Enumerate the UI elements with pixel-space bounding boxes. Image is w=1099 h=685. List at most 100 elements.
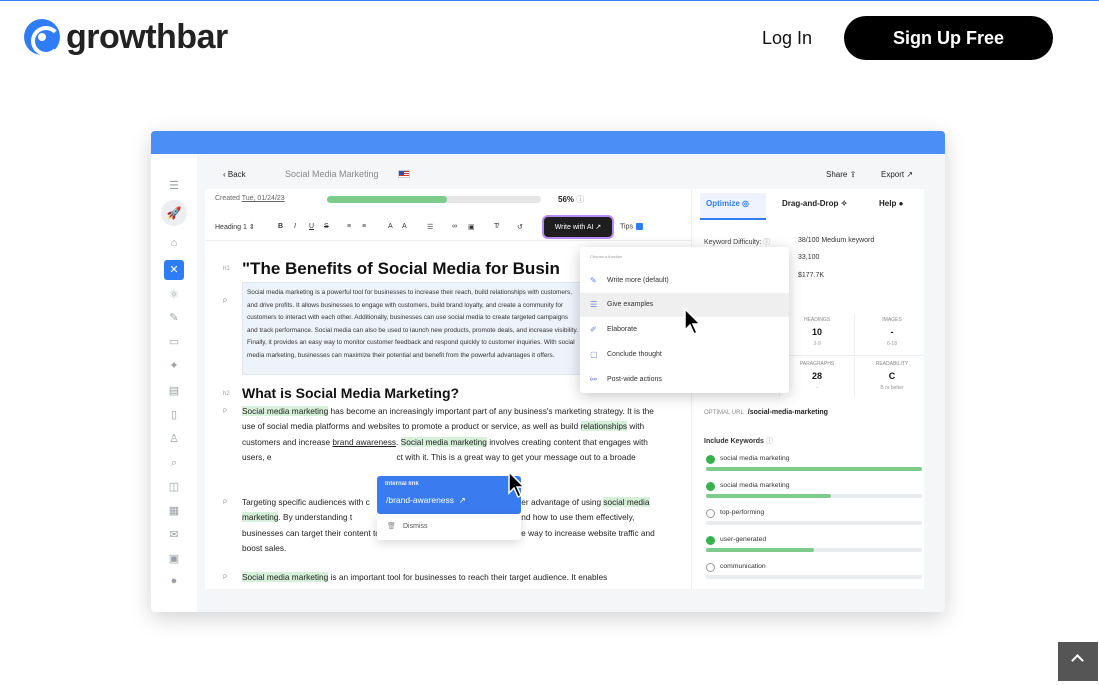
- keyword-label: user-generated: [720, 536, 767, 543]
- keyword-difficulty-label: Keyword Difficulty: ⓘ: [704, 237, 770, 247]
- pencil-icon: ✐: [590, 325, 597, 334]
- export-button[interactable]: Export ↗: [881, 170, 913, 179]
- keyword-item: social media marketing: [706, 455, 922, 471]
- user-icon[interactable]: ♙: [164, 429, 184, 449]
- align-icon[interactable]: ☰: [427, 223, 433, 231]
- login-link[interactable]: Log In: [762, 28, 812, 49]
- document-icon[interactable]: ▭: [164, 332, 184, 352]
- ai-menu-heading: Choose a function: [590, 254, 623, 259]
- heading-select-label: Heading 1: [215, 224, 247, 231]
- list-icon[interactable]: ▦: [164, 501, 184, 521]
- atom-icon[interactable]: ⚛: [164, 285, 184, 305]
- document-h2[interactable]: What is Social Media Marketing?: [242, 385, 459, 401]
- highlight-icon[interactable]: A: [402, 223, 407, 230]
- share-button[interactable]: Share ⇪: [826, 170, 856, 179]
- document-title[interactable]: Social Media Marketing: [285, 169, 379, 179]
- optimal-url: OPTIMAL URL/social-media-marketing: [704, 409, 828, 416]
- info-icon: ⓘ: [763, 239, 771, 246]
- rocket-icon[interactable]: 🚀: [161, 200, 187, 226]
- keyword-item: communication: [706, 563, 922, 579]
- image-icon[interactable]: ▣: [468, 223, 475, 231]
- menu-item-post-wide-actions[interactable]: ⚯ Post-wide actions: [580, 368, 789, 392]
- write-with-ai-button[interactable]: Write with AI ↗: [544, 217, 612, 237]
- box-icon[interactable]: ◫: [164, 477, 184, 497]
- empty-circle-icon: [706, 509, 715, 518]
- us-flag-icon[interactable]: [398, 170, 410, 178]
- document-topbar: ‹ Back Social Media Marketing Share ⇪ Ex…: [205, 162, 945, 188]
- bullet-list-icon[interactable]: ≡: [362, 223, 366, 230]
- site-header: growthbar Log In Sign Up Free: [0, 1, 1099, 73]
- dismiss-button[interactable]: 🗑 Dismiss: [377, 514, 521, 540]
- font-color-icon[interactable]: A: [388, 223, 393, 230]
- logo[interactable]: growthbar: [24, 19, 228, 56]
- brand-awareness-link[interactable]: brand awareness: [332, 437, 396, 447]
- stat-value: 10: [811, 327, 822, 337]
- search-icon[interactable]: ⌕: [164, 453, 184, 473]
- home-icon[interactable]: ⌂: [164, 233, 184, 253]
- created-label: Created: [215, 195, 240, 202]
- optimize-icon: ◎: [742, 199, 749, 208]
- keyword-item: top-performing: [706, 509, 922, 525]
- text-run: is an important tool for businesses to r…: [328, 572, 608, 582]
- check-circle-icon: [706, 482, 715, 491]
- back-button[interactable]: ‹ Back: [223, 170, 246, 179]
- clear-format-icon[interactable]: T̸: [494, 223, 498, 230]
- undo-icon[interactable]: ↺: [517, 223, 523, 231]
- tab-drag-and-drop[interactable]: Drag-and-Drop ✧: [782, 199, 847, 208]
- mail-icon[interactable]: ✉: [164, 525, 184, 545]
- menu-item-write-more[interactable]: ✎ Write more (default): [580, 269, 789, 293]
- internal-link-url[interactable]: /brand-awareness ↗: [386, 495, 466, 506]
- strike-button[interactable]: S: [324, 223, 329, 230]
- keyword-highlight: Social media marketing: [242, 406, 329, 416]
- report-icon[interactable]: ▤: [164, 381, 184, 401]
- paragraph-2[interactable]: Social media marketing has become an inc…: [242, 404, 662, 465]
- italic-button[interactable]: I: [294, 223, 296, 230]
- link-icon[interactable]: ∞: [452, 223, 457, 230]
- paragraph-4[interactable]: Social media marketing is an important t…: [242, 570, 662, 585]
- tips-checkbox[interactable]: [635, 223, 643, 230]
- pen-icon[interactable]: ✎: [164, 308, 184, 328]
- keyword-label: top-performing: [720, 509, 765, 516]
- menu-item-label: Write more (default): [607, 277, 669, 284]
- chat-icon[interactable]: ▣: [164, 549, 184, 569]
- optimal-url-label: OPTIMAL URL: [704, 410, 744, 416]
- menu-item-conclude-thought[interactable]: ▢ Conclude thought: [580, 343, 789, 367]
- tab-help-label: Help: [879, 199, 897, 208]
- stat-label: HEADINGS: [803, 317, 831, 323]
- document-check-icon: ▢: [590, 350, 598, 359]
- help-icon[interactable]: ●: [164, 571, 184, 591]
- trash-icon: 🗑: [387, 523, 396, 530]
- underline-button[interactable]: U: [309, 223, 314, 230]
- numbered-list-icon[interactable]: ≡: [347, 223, 351, 230]
- tab-help[interactable]: Help ●: [879, 199, 903, 208]
- file-icon[interactable]: ▯: [164, 405, 184, 425]
- heading-select[interactable]: Heading 1 ⇕: [215, 223, 255, 231]
- bold-button[interactable]: B: [278, 223, 283, 230]
- document-h1[interactable]: "The Benefits of Social Media for Busin: [242, 259, 582, 279]
- tools-icon[interactable]: ✕: [164, 260, 184, 280]
- menu-item-label: Post-wide actions: [607, 376, 662, 383]
- intro-paragraph[interactable]: Social media marketing is a powerful too…: [242, 282, 584, 375]
- tab-optimize-label: Optimize: [706, 199, 740, 208]
- left-sidebar: ☰ 🚀 ⌂ ✕ ⚛ ✎ ▭ ✦ ▤ ▯ ♙ ⌕ ◫ ▦ ✉ ▣ ●: [151, 154, 197, 612]
- internal-link-popup[interactable]: Internal link /brand-awareness ↗: [377, 476, 521, 514]
- back-label: Back: [227, 170, 246, 179]
- keyword-highlight: Social media marketing: [400, 436, 487, 447]
- info-icon: ⓘ: [576, 195, 585, 204]
- bulb-icon[interactable]: ✦: [164, 356, 184, 376]
- gutter-p: P: [223, 575, 228, 581]
- external-link-icon: ↗: [906, 170, 914, 179]
- keyword-label: social media marketing: [720, 482, 790, 489]
- keyword-name: communication: [706, 563, 922, 572]
- progress-fill: [327, 196, 447, 203]
- menu-icon[interactable]: ☰: [164, 176, 184, 196]
- app-body: ☰ 🚀 ⌂ ✕ ⚛ ✎ ▭ ✦ ▤ ▯ ♙ ⌕ ◫ ▦ ✉ ▣ ● ‹ Back…: [151, 154, 945, 612]
- tips-toggle[interactable]: Tips: [620, 223, 643, 230]
- signup-button[interactable]: Sign Up Free: [844, 16, 1053, 60]
- dismiss-label: Dismiss: [403, 523, 428, 530]
- keyword-progress-bar: [706, 467, 922, 471]
- tab-optimize[interactable]: Optimize ◎: [706, 199, 749, 208]
- scroll-to-top-button[interactable]: [1058, 642, 1098, 681]
- keyword-highlight: Social media marketing: [242, 572, 329, 582]
- keyword-progress-bar: [706, 494, 922, 498]
